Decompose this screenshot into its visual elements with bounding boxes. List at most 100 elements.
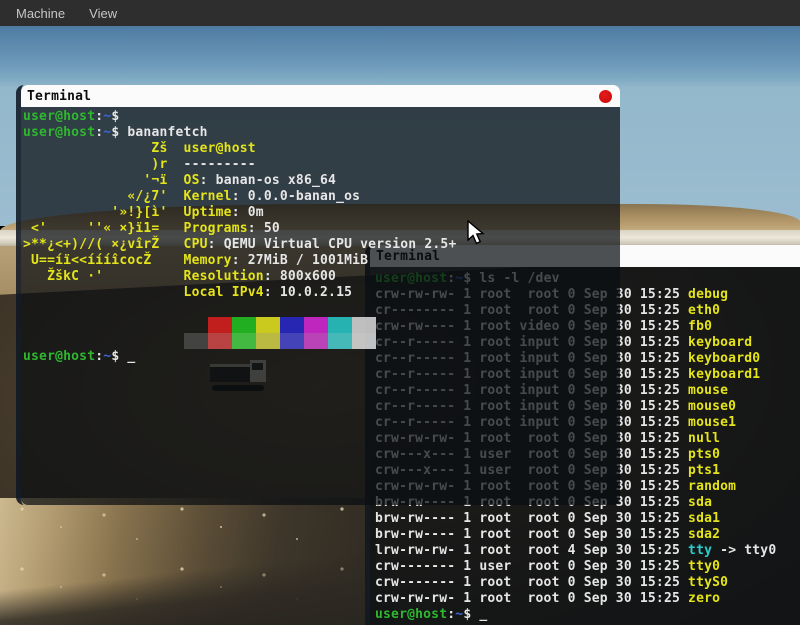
terminal-line: <' ''« ×}ï1= Programs: 50 xyxy=(23,221,620,237)
front-terminal-window: Terminal user@host:~$ user@host:~$ banan… xyxy=(16,85,620,505)
text-segment: Zš xyxy=(23,141,184,156)
text-segment: zero xyxy=(688,591,720,606)
palette-swatch xyxy=(256,317,280,333)
palette-swatch xyxy=(352,333,376,349)
text-segment: --------- xyxy=(184,157,256,172)
terminal-line xyxy=(23,333,620,349)
text-segment: '¬ï xyxy=(23,173,184,188)
text-segment: crw------- 1 user root 0 Sep 30 15:25 xyxy=(375,559,688,574)
terminal-line xyxy=(23,301,620,317)
text-segment: Programs xyxy=(184,221,248,236)
text-segment: Kernel xyxy=(184,189,232,204)
text-segment: user@host xyxy=(23,109,95,124)
text-segment: Resolution xyxy=(184,269,264,284)
text-segment: lrw-rw-rw- 1 root root 4 Sep 30 15:25 xyxy=(375,543,688,558)
text-segment xyxy=(23,285,184,300)
text-segment: random xyxy=(688,479,736,494)
terminal-line: crw------- 1 user root 0 Sep 30 15:25 tt… xyxy=(375,559,800,575)
text-segment: brw-rw---- 1 root root 0 Sep 30 15:25 xyxy=(375,511,688,526)
text-segment: sda1 xyxy=(688,511,720,526)
text-segment: >**¿<+)//( ×¿vîrŽ xyxy=(23,237,184,252)
terminal-line: ŽškC ·' Resolution: 800x600 xyxy=(23,269,620,285)
terminal-line: brw-rw---- 1 root root 0 Sep 30 15:25 sd… xyxy=(375,511,800,527)
palette-swatch xyxy=(232,333,256,349)
terminal-line: crw-rw-rw- 1 root root 0 Sep 30 15:25 ze… xyxy=(375,591,800,607)
text-segment: <' ''« ×}ï1= xyxy=(23,221,184,236)
front-terminal-title: Terminal xyxy=(27,89,91,104)
text-segment: : 50 xyxy=(248,221,280,236)
text-segment: $ xyxy=(111,125,127,140)
text-segment: CPU xyxy=(184,237,208,252)
text-segment: _ xyxy=(127,349,135,364)
palette-swatch xyxy=(184,333,208,349)
text-segment: user@host xyxy=(23,125,95,140)
text-segment: keyboard0 xyxy=(688,351,760,366)
text-segment: user@host xyxy=(375,607,447,622)
text-segment: pts1 xyxy=(688,463,720,478)
text-segment: tty xyxy=(688,543,712,558)
text-segment xyxy=(23,333,184,348)
front-terminal-title-bar[interactable]: Terminal xyxy=(21,85,620,107)
text-segment: «/¿7' xyxy=(23,189,184,204)
text-segment: user@host xyxy=(184,141,256,156)
text-segment: $ xyxy=(111,109,127,124)
close-button[interactable] xyxy=(599,90,612,103)
terminal-line xyxy=(23,317,620,333)
front-terminal-output[interactable]: user@host:~$ user@host:~$ bananfetch Zš … xyxy=(21,107,620,505)
terminal-line: «/¿7' Kernel: 0.0.0-banan_os xyxy=(23,189,620,205)
mouse-pointer-icon xyxy=(466,220,486,246)
menu-bar: Machine View xyxy=(0,0,800,26)
text-segment: debug xyxy=(688,287,728,302)
terminal-line: '¬ï OS: banan-os x86_64 xyxy=(23,173,620,189)
text-segment: $ xyxy=(463,607,479,622)
text-segment: ttyS0 xyxy=(688,575,728,590)
text-segment: '»!}[ì' xyxy=(23,205,184,220)
text-segment: user@host xyxy=(23,349,95,364)
text-segment: : banan-os x86_64 xyxy=(200,173,336,188)
text-segment: : 27MiB / 1001MiB xyxy=(232,253,368,268)
text-segment: fb0 xyxy=(688,319,712,334)
text-segment: : 800x600 xyxy=(264,269,336,284)
text-segment: keyboard xyxy=(688,335,752,350)
palette-swatch xyxy=(304,317,328,333)
text-segment: mouse1 xyxy=(688,415,736,430)
text-segment: U==íï<<íííîcocŽ xyxy=(23,253,184,268)
palette-swatch xyxy=(232,317,256,333)
terminal-line: U==íï<<íííîcocŽ Memory: 27MiB / 1001MiB xyxy=(23,253,620,269)
text-segment: Uptime xyxy=(184,205,232,220)
terminal-line: '»!}[ì' Uptime: 0m xyxy=(23,205,620,221)
text-segment: sda xyxy=(688,495,712,510)
text-segment: crw-rw-rw- 1 root root 0 Sep 30 15:25 xyxy=(375,591,688,606)
text-segment: tty0 xyxy=(688,559,720,574)
terminal-line: user@host:~$ bananfetch xyxy=(23,125,620,141)
menu-item-machine[interactable]: Machine xyxy=(4,2,77,25)
palette-swatch xyxy=(256,333,280,349)
text-segment: mouse xyxy=(688,383,728,398)
palette-swatch xyxy=(280,333,304,349)
palette-swatch xyxy=(208,333,232,349)
text-segment: : 0m xyxy=(232,205,264,220)
text-segment: : 10.0.2.15 xyxy=(264,285,352,300)
text-segment: : 0.0.0-banan_os xyxy=(232,189,360,204)
text-segment: bananfetch xyxy=(127,125,207,140)
terminal-line: brw-rw---- 1 root root 0 Sep 30 15:25 sd… xyxy=(375,527,800,543)
terminal-line: crw------- 1 root root 0 Sep 30 15:25 tt… xyxy=(375,575,800,591)
text-segment: keyboard1 xyxy=(688,367,760,382)
palette-swatch xyxy=(328,333,352,349)
text-segment: ŽškC ·' xyxy=(23,269,184,284)
text-segment: _ xyxy=(479,607,487,622)
text-segment: brw-rw---- 1 root root 0 Sep 30 15:25 xyxy=(375,527,688,542)
terminal-line: )r --------- xyxy=(23,157,620,173)
text-segment: $ xyxy=(111,349,127,364)
palette-swatch xyxy=(184,317,208,333)
terminal-line: user@host:~$ xyxy=(23,109,620,125)
text-segment: eth0 xyxy=(688,303,720,318)
terminal-line: Local IPv4: 10.0.2.15 xyxy=(23,285,620,301)
text-segment xyxy=(23,317,184,332)
palette-swatch xyxy=(280,317,304,333)
text-segment: Memory xyxy=(184,253,232,268)
text-segment: sda2 xyxy=(688,527,720,542)
text-segment: mouse0 xyxy=(688,399,736,414)
menu-item-view[interactable]: View xyxy=(77,2,129,25)
text-segment: OS xyxy=(184,173,200,188)
